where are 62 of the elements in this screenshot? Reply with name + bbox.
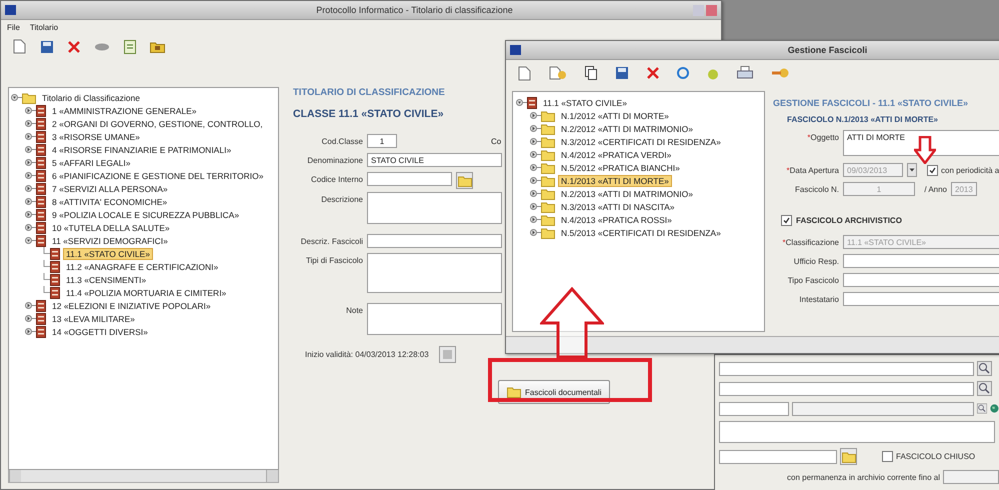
tree-item[interactable]: N.4/2013 «PRATICA ROSSI»	[558, 214, 675, 226]
field-label: Descriz. Fascicoli	[300, 236, 363, 246]
tree-item[interactable]: 10 «TUTELA DELLA SALUTE»	[49, 222, 173, 234]
tree-item[interactable]: N.5/2013 «CERTIFICATI DI RESIDENZA»	[558, 226, 724, 238]
window-title: Gestione Fascicoli	[786, 45, 868, 55]
tree-item[interactable]: 1 «AMMINISTRAZIONE GENERALE»	[49, 104, 200, 116]
tree-item[interactable]: 12 «ELEZIONI E INIZIATIVE POPOLARI»	[49, 300, 214, 312]
tree-item[interactable]: 7 «SERVIZI ALLA PERSONA»	[49, 182, 171, 194]
tree-item[interactable]: 11 «SERVIZI DEMOGRAFICI»	[49, 234, 171, 246]
tree-item[interactable]: 11.4 «POLIZIA MORTUARIA E CIMITERI»	[63, 286, 230, 298]
field-label: Note	[345, 305, 363, 315]
section-heading: GESTIONE FASCICOLI - 11.1 «STATO CIVILE»	[773, 98, 968, 108]
field-label: Tipo Fascicolo	[786, 275, 839, 285]
text-area[interactable]: ATTI DI MORTE	[843, 130, 999, 156]
fascicolo-title: FASCICOLO N.1/2013 «ATTI DI MORTE»	[787, 115, 938, 124]
tree-item[interactable]: 11.3 «CENSIMENTI»	[63, 274, 150, 286]
checkbox-label: con periodicità a	[941, 166, 999, 175]
input-field[interactable]: STATO CIVILE	[367, 153, 502, 167]
tree-item[interactable]: 14 «OGGETTI DIVERSI»	[49, 326, 151, 338]
tree-item[interactable]: 4 «RISORSE FINANZIARIE E PATRIMONIALI»	[49, 144, 234, 156]
validity-date: Inizio validità: 04/03/2013 12:28:03	[305, 350, 429, 358]
tree-item[interactable]: N.2/2013 «ATTI DI MATRIMONIO»	[558, 188, 696, 200]
tree-item[interactable]: 3 «RISORSE UMANE»	[49, 130, 143, 142]
field-label: Cod.Classe	[320, 136, 363, 146]
tree-item[interactable]: N.5/2012 «PRATICA BIANCHI»	[558, 162, 683, 174]
checkbox-label: FASCICOLO CHIUSO	[896, 452, 976, 461]
field-label: Ufficio Resp.	[792, 256, 839, 266]
tree-item[interactable]: 9 «POLIZIA LOCALE E SICUREZZA PUBBLICA»	[49, 208, 242, 220]
tree-item[interactable]: N.1/2012 «ATTI DI MORTE»	[558, 110, 672, 122]
class-title: CLASSE 11.1 «STATO CIVILE»	[293, 108, 444, 120]
menu-item[interactable]: File	[7, 22, 20, 32]
tree-item[interactable]: 13 «LEVA MILITARE»	[49, 312, 138, 324]
tree-item[interactable]: 11.1 «STATO CIVILE»	[540, 96, 630, 108]
field-label: *Classificazione	[782, 237, 839, 247]
field-label: Fascicolo N.	[794, 184, 839, 194]
tree-item[interactable]: N.3/2013 «ATTI DI NASCITA»	[558, 200, 678, 212]
field-label: con permanenza in archivio corrente fino al	[787, 472, 940, 482]
section-heading: TITOLARIO DI CLASSIFICAZIONE	[293, 87, 445, 98]
tree-item[interactable]: N.4/2012 «PRATICA VERDI»	[558, 148, 674, 160]
tree-item[interactable]: N.2/2012 «ATTI DI MATRIMONIO»	[558, 122, 696, 134]
field-label: Codice Interno	[310, 174, 363, 184]
tree-item[interactable]: 5 «AFFARI LEGALI»	[49, 156, 134, 168]
input-field[interactable]: 1	[367, 134, 397, 148]
tree-item[interactable]: N.3/2012 «CERTIFICATI DI RESIDENZA»	[558, 136, 724, 148]
tree-item[interactable]: 2 «ORGANI DI GOVERNO, GESTIONE, CONTROLLO,	[49, 118, 266, 130]
tree-item[interactable]: 11.1 «STATO CIVILE»	[63, 248, 153, 260]
field-label: Denominazione	[306, 155, 363, 165]
field-label: / Anno	[923, 184, 947, 194]
tree-item[interactable]: 6 «PIANIFICAZIONE E GESTIONE DEL TERRITORIO»	[49, 170, 266, 182]
tree-item[interactable]: 11.2 «ANAGRAFE E CERTIFICAZIONI»	[63, 260, 222, 272]
field-label: Tipi di Fascicolo	[304, 255, 363, 265]
tree-item[interactable]: 8 «ATTIVITA' ECONOMICHE»	[49, 196, 170, 208]
field-label: Intestatario	[798, 294, 839, 304]
tree-item[interactable]: N.1/2013 «ATTI DI MORTE»	[558, 174, 672, 186]
checkbox-label: FASCICOLO ARCHIVISTICO	[796, 216, 902, 224]
menu-item[interactable]: Titolario	[30, 22, 58, 32]
field-label: Co	[491, 136, 502, 146]
field-label: *Data Apertura	[786, 165, 839, 175]
field-label: Descrizione	[320, 194, 363, 204]
tree-item[interactable]: Titolario di Classificazione	[39, 92, 143, 104]
field-label: *Oggetto	[806, 132, 839, 142]
window-title: Protocollo Informatico - Titolario di classificazione	[315, 5, 514, 15]
